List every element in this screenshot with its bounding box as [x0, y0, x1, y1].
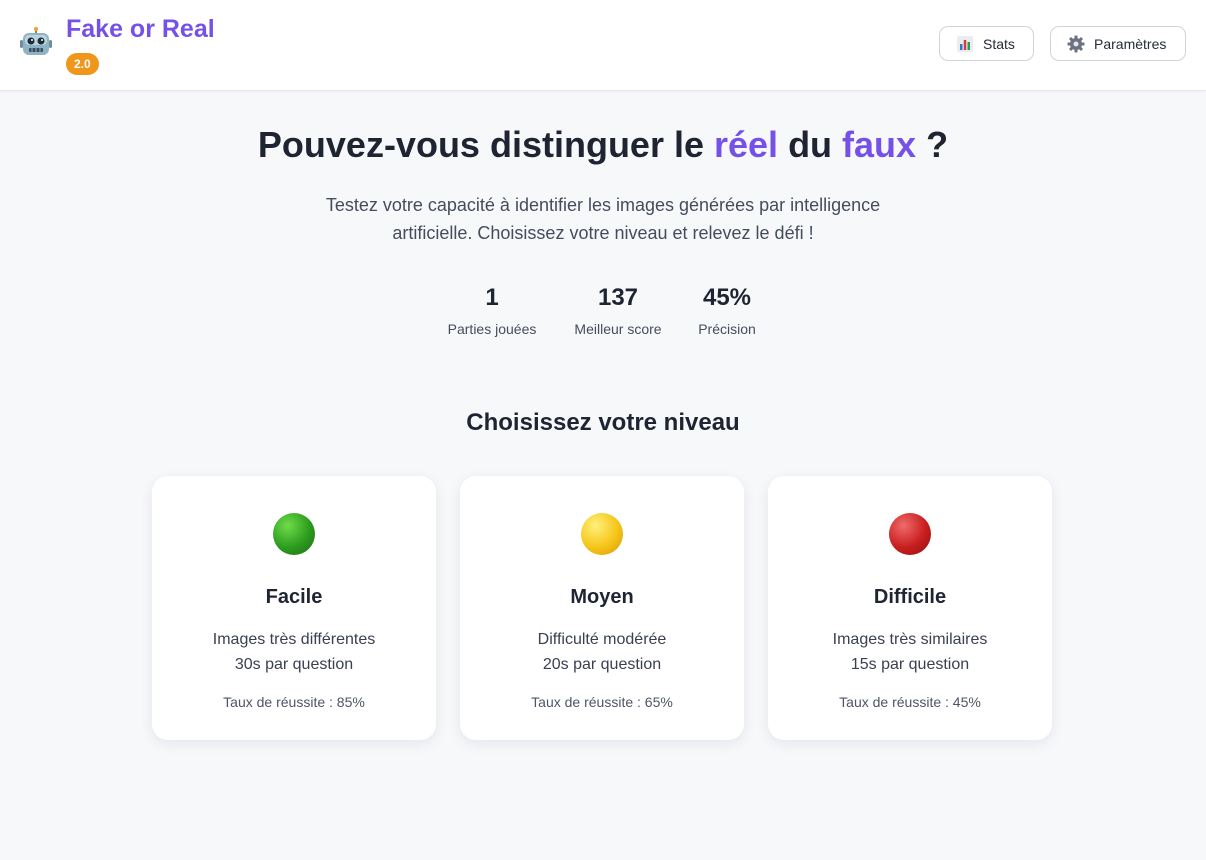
settings-button[interactable]: Paramètres	[1050, 26, 1186, 61]
title-text-2: du	[778, 124, 843, 165]
title-accent-fake: faux	[842, 124, 917, 165]
stat-label: Meilleur score	[574, 321, 662, 337]
level-card-medium[interactable]: Moyen Difficulté modérée 20s par questio…	[460, 476, 744, 740]
stat-value: 45%	[702, 284, 752, 311]
stat-value: 137	[597, 284, 639, 311]
yellow-circle-icon	[581, 513, 623, 555]
level-success-rate: Taux de réussite : 85%	[223, 694, 365, 710]
level-description: Difficulté modérée 20s par question	[460, 627, 744, 677]
red-circle-icon	[889, 513, 931, 555]
level-desc-line: Images très similaires	[832, 631, 988, 648]
bar-chart-icon	[956, 35, 974, 53]
version-badge: 2.0	[66, 53, 99, 75]
stat-precision: 45% Précision	[692, 283, 762, 337]
stat-label: Précision	[698, 321, 756, 337]
stat-best-score: 137 Meilleur score	[566, 283, 670, 337]
level-description: Images très similaires 15s par question	[768, 627, 1052, 677]
stats-button-label: Stats	[983, 35, 1015, 52]
level-card-easy[interactable]: Facile Images très différentes 30s par q…	[152, 476, 436, 740]
level-card-hard[interactable]: Difficile Images très similaires 15s par…	[768, 476, 1052, 740]
robot-icon	[20, 26, 52, 58]
app-title: Fake or Real	[66, 15, 215, 43]
stat-label: Parties jouées	[447, 321, 537, 337]
stats-button[interactable]: Stats	[939, 26, 1034, 61]
level-time: 20s par question	[542, 656, 662, 673]
level-desc-line: Difficulté modérée	[537, 631, 667, 648]
level-name: Facile	[265, 586, 323, 608]
level-section-title: Choisissez votre niveau	[466, 409, 740, 436]
level-time: 30s par question	[234, 656, 354, 673]
page-title: Pouvez-vous distinguer le réel du faux ?	[0, 124, 1206, 166]
level-time: 15s par question	[850, 656, 970, 673]
level-name: Difficile	[873, 586, 947, 608]
settings-button-label: Paramètres	[1094, 35, 1167, 52]
level-description: Images très différentes 30s par question	[152, 627, 436, 677]
app-header: Fake or Real 2.0 Stats Paramètres	[0, 0, 1206, 91]
level-success-rate: Taux de réussite : 65%	[531, 694, 673, 710]
level-name: Moyen	[570, 586, 634, 608]
gear-icon	[1067, 35, 1085, 53]
title-text-1: Pouvez-vous distinguer le	[257, 124, 714, 165]
stat-value: 1	[485, 284, 499, 311]
page-subtitle: Testez votre capacité à identifier les i…	[325, 195, 881, 243]
title-accent-real: réel	[714, 124, 779, 165]
level-desc-line: Images très différentes	[212, 631, 376, 648]
title-text-3: ?	[916, 124, 949, 165]
level-success-rate: Taux de réussite : 45%	[839, 694, 981, 710]
stat-games-played: 1 Parties jouées	[442, 283, 542, 337]
green-circle-icon	[273, 513, 315, 555]
